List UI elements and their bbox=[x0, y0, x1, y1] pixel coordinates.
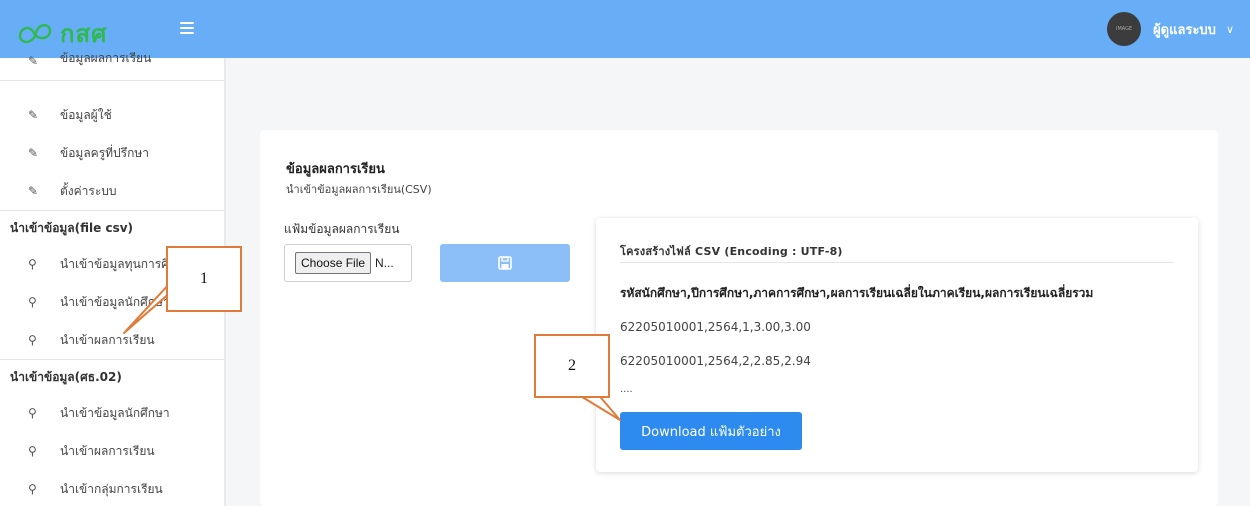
csv-example-row: 62205010001,2564,1,3.00,3.00 bbox=[620, 320, 811, 334]
edit-icon: ✎ bbox=[28, 146, 39, 160]
file-name-text: N... bbox=[375, 256, 394, 270]
csv-example-row: 62205010001,2564,2,2.85,2.94 bbox=[620, 354, 811, 368]
avatar: IMAGE bbox=[1107, 12, 1142, 46]
sidebar-item-form-students[interactable]: ⚲ นำเข้าข้อมูลนักศึกษา bbox=[0, 394, 224, 432]
edit-icon: ✎ bbox=[28, 54, 39, 68]
edit-icon: ✎ bbox=[28, 184, 39, 198]
chevron-down-icon: ∨ bbox=[1225, 22, 1234, 36]
page-subtitle: นำเข้าข้อมูลผลการเรียน(CSV) bbox=[286, 183, 432, 196]
sidebar-item-users[interactable]: ✎ ข้อมูลผู้ใช้ bbox=[0, 96, 224, 134]
sidebar-item-import-grades[interactable]: ⚲ นำเข้าผลการเรียน bbox=[0, 321, 224, 359]
csv-ellipsis: .... bbox=[620, 384, 633, 395]
file-input[interactable]: Choose File N... bbox=[284, 244, 412, 282]
hamburger-icon[interactable] bbox=[180, 22, 194, 34]
choose-file-button[interactable]: Choose File bbox=[295, 252, 372, 274]
download-sample-button[interactable]: Download แฟ้มตัวอย่าง bbox=[620, 412, 802, 450]
save-icon bbox=[498, 256, 512, 270]
divider bbox=[0, 80, 224, 81]
pin-icon: ⚲ bbox=[28, 257, 37, 271]
pin-icon: ⚲ bbox=[28, 406, 37, 420]
callout-1: 1 bbox=[166, 246, 242, 312]
logo-icon bbox=[18, 23, 52, 43]
sidebar-item-grades-partial[interactable]: ✎ ข้อมูลผลการเรียน bbox=[0, 52, 224, 68]
pin-icon: ⚲ bbox=[28, 295, 37, 309]
sidebar-section-form: นำเข้าข้อมูล(ศธ.02) bbox=[10, 369, 122, 384]
import-card: ข้อมูลผลการเรียน นำเข้าข้อมูลผลการเรียน(… bbox=[260, 130, 1218, 506]
user-menu[interactable]: IMAGE ผู้ดูแลระบบ ∨ bbox=[1107, 12, 1234, 46]
pin-icon: ⚲ bbox=[28, 482, 37, 496]
csv-structure-panel: โครงสร้างไฟล์ CSV (Encoding : UTF-8) รหั… bbox=[596, 218, 1198, 472]
file-field-label: แฟ้มข้อมูลผลการเรียน bbox=[284, 222, 400, 236]
user-name: ผู้ดูแลระบบ bbox=[1153, 22, 1216, 38]
pin-icon: ⚲ bbox=[28, 333, 37, 347]
page-title: ข้อมูลผลการเรียน bbox=[286, 162, 385, 177]
brand-logo[interactable]: กสศ bbox=[16, 14, 107, 53]
brand-name: กสศ bbox=[60, 20, 108, 48]
sidebar-item-settings[interactable]: ✎ ตั้งค่าระบบ bbox=[0, 172, 224, 210]
sidebar-section-csv: นำเข้าข้อมูล(file csv) bbox=[10, 220, 134, 235]
panel-title: โครงสร้างไฟล์ CSV (Encoding : UTF-8) bbox=[620, 245, 843, 258]
sidebar-item-form-grades[interactable]: ⚲ นำเข้าผลการเรียน bbox=[0, 432, 224, 470]
top-navbar: กสศ IMAGE ผู้ดูแลระบบ ∨ bbox=[0, 0, 1250, 58]
sidebar-item-advisors[interactable]: ✎ ข้อมูลครูที่ปรึกษา bbox=[0, 134, 224, 172]
edit-icon: ✎ bbox=[28, 108, 39, 122]
csv-header-row: รหัสนักศึกษา,ปีการศึกษา,ภาคการศึกษา,ผลกา… bbox=[620, 286, 1094, 300]
sidebar-item-form-groups[interactable]: ⚲ นำเข้ากลุ่มการเรียน bbox=[0, 470, 224, 506]
divider bbox=[620, 262, 1174, 263]
callout-2: 2 bbox=[534, 334, 610, 398]
save-button[interactable] bbox=[440, 244, 570, 282]
pin-icon: ⚲ bbox=[28, 444, 37, 458]
